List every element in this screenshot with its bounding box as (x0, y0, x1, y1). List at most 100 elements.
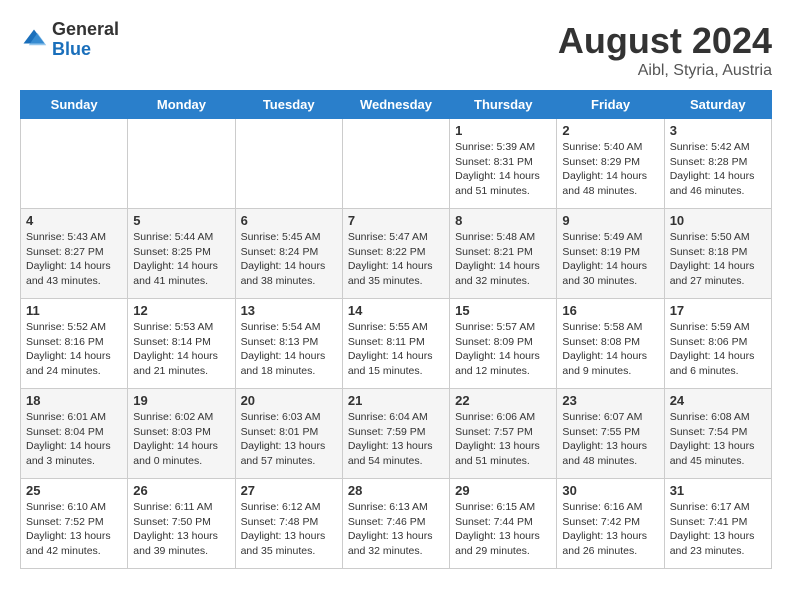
calendar-week-3: 11 Sunrise: 5:52 AM Sunset: 8:16 PM Dayli… (21, 299, 772, 389)
day-number: 7 (348, 213, 444, 228)
day-content: Sunrise: 5:58 AM Sunset: 8:08 PM Dayligh… (562, 320, 658, 379)
day-content: Sunrise: 6:16 AM Sunset: 7:42 PM Dayligh… (562, 500, 658, 559)
day-content: Sunrise: 6:02 AM Sunset: 8:03 PM Dayligh… (133, 410, 229, 469)
day-number: 2 (562, 123, 658, 138)
calendar-cell: 23 Sunrise: 6:07 AM Sunset: 7:55 PM Dayli… (557, 389, 664, 479)
day-number: 27 (241, 483, 337, 498)
calendar-cell: 11 Sunrise: 5:52 AM Sunset: 8:16 PM Dayli… (21, 299, 128, 389)
calendar-cell: 16 Sunrise: 5:58 AM Sunset: 8:08 PM Dayli… (557, 299, 664, 389)
day-number: 1 (455, 123, 551, 138)
day-number: 30 (562, 483, 658, 498)
day-content: Sunrise: 5:49 AM Sunset: 8:19 PM Dayligh… (562, 230, 658, 289)
logo: General Blue (20, 20, 119, 60)
day-content: Sunrise: 5:57 AM Sunset: 8:09 PM Dayligh… (455, 320, 551, 379)
weekday-header-thursday: Thursday (450, 91, 557, 119)
day-content: Sunrise: 6:10 AM Sunset: 7:52 PM Dayligh… (26, 500, 122, 559)
calendar-cell: 14 Sunrise: 5:55 AM Sunset: 8:11 PM Dayli… (342, 299, 449, 389)
day-content: Sunrise: 6:03 AM Sunset: 8:01 PM Dayligh… (241, 410, 337, 469)
day-number: 23 (562, 393, 658, 408)
calendar-cell: 3 Sunrise: 5:42 AM Sunset: 8:28 PM Daylig… (664, 119, 771, 209)
day-content: Sunrise: 6:13 AM Sunset: 7:46 PM Dayligh… (348, 500, 444, 559)
calendar-cell: 5 Sunrise: 5:44 AM Sunset: 8:25 PM Daylig… (128, 209, 235, 299)
day-number: 11 (26, 303, 122, 318)
day-content: Sunrise: 5:54 AM Sunset: 8:13 PM Dayligh… (241, 320, 337, 379)
day-number: 9 (562, 213, 658, 228)
calendar-cell: 18Sunrise: 6:01 AM Sunset: 8:04 PM Dayli… (21, 389, 128, 479)
logo-icon (20, 26, 48, 54)
title-block: August 2024 Aibl, Styria, Austria (558, 20, 772, 80)
calendar-cell: 26 Sunrise: 6:11 AM Sunset: 7:50 PM Dayli… (128, 479, 235, 569)
day-content: Sunrise: 5:40 AM Sunset: 8:29 PM Dayligh… (562, 140, 658, 199)
day-number: 3 (670, 123, 766, 138)
calendar-cell: 12Sunrise: 5:53 AM Sunset: 8:14 PM Dayli… (128, 299, 235, 389)
day-content: Sunrise: 5:50 AM Sunset: 8:18 PM Dayligh… (670, 230, 766, 289)
day-content: Sunrise: 6:17 AM Sunset: 7:41 PM Dayligh… (670, 500, 766, 559)
day-content: Sunrise: 5:55 AM Sunset: 8:11 PM Dayligh… (348, 320, 444, 379)
day-content: Sunrise: 6:15 AM Sunset: 7:44 PM Dayligh… (455, 500, 551, 559)
day-content: Sunrise: 5:45 AM Sunset: 8:24 PM Dayligh… (241, 230, 337, 289)
day-content: Sunrise: 5:48 AM Sunset: 8:21 PM Dayligh… (455, 230, 551, 289)
day-number: 20 (241, 393, 337, 408)
day-number: 22 (455, 393, 551, 408)
weekday-header-wednesday: Wednesday (342, 91, 449, 119)
day-number: 13 (241, 303, 337, 318)
day-number: 28 (348, 483, 444, 498)
logo-general-text: General (52, 19, 119, 39)
day-number: 4 (26, 213, 122, 228)
day-content: Sunrise: 5:47 AM Sunset: 8:22 PM Dayligh… (348, 230, 444, 289)
day-number: 12 (133, 303, 229, 318)
day-number: 8 (455, 213, 551, 228)
month-year-title: August 2024 (558, 20, 772, 62)
day-content: Sunrise: 5:44 AM Sunset: 8:25 PM Dayligh… (133, 230, 229, 289)
weekday-header-saturday: Saturday (664, 91, 771, 119)
calendar-cell: 30 Sunrise: 6:16 AM Sunset: 7:42 PM Dayli… (557, 479, 664, 569)
calendar-body: 1Sunrise: 5:39 AM Sunset: 8:31 PM Daylig… (21, 119, 772, 569)
calendar-cell: 31 Sunrise: 6:17 AM Sunset: 7:41 PM Dayli… (664, 479, 771, 569)
day-number: 29 (455, 483, 551, 498)
day-number: 6 (241, 213, 337, 228)
calendar-cell: 27Sunrise: 6:12 AM Sunset: 7:48 PM Dayli… (235, 479, 342, 569)
calendar-cell: 1Sunrise: 5:39 AM Sunset: 8:31 PM Daylig… (450, 119, 557, 209)
day-content: Sunrise: 6:07 AM Sunset: 7:55 PM Dayligh… (562, 410, 658, 469)
day-content: Sunrise: 5:42 AM Sunset: 8:28 PM Dayligh… (670, 140, 766, 199)
calendar-week-1: 1Sunrise: 5:39 AM Sunset: 8:31 PM Daylig… (21, 119, 772, 209)
weekday-header-sunday: Sunday (21, 91, 128, 119)
weekday-header-tuesday: Tuesday (235, 91, 342, 119)
calendar-cell: 8 Sunrise: 5:48 AM Sunset: 8:21 PM Daylig… (450, 209, 557, 299)
weekday-header-row: SundayMondayTuesdayWednesdayThursdayFrid… (21, 91, 772, 119)
day-number: 25 (26, 483, 122, 498)
calendar-cell: 9 Sunrise: 5:49 AM Sunset: 8:19 PM Daylig… (557, 209, 664, 299)
calendar-week-2: 4Sunrise: 5:43 AM Sunset: 8:27 PM Daylig… (21, 209, 772, 299)
day-number: 17 (670, 303, 766, 318)
calendar-cell: 25 Sunrise: 6:10 AM Sunset: 7:52 PM Dayli… (21, 479, 128, 569)
calendar-cell: 4Sunrise: 5:43 AM Sunset: 8:27 PM Daylig… (21, 209, 128, 299)
day-content: Sunrise: 6:11 AM Sunset: 7:50 PM Dayligh… (133, 500, 229, 559)
day-number: 19 (133, 393, 229, 408)
calendar-cell (342, 119, 449, 209)
day-content: Sunrise: 6:04 AM Sunset: 7:59 PM Dayligh… (348, 410, 444, 469)
day-number: 26 (133, 483, 229, 498)
day-number: 16 (562, 303, 658, 318)
calendar-cell (128, 119, 235, 209)
logo-blue-text: Blue (52, 39, 91, 59)
calendar-cell: 7 Sunrise: 5:47 AM Sunset: 8:22 PM Daylig… (342, 209, 449, 299)
day-content: Sunrise: 6:08 AM Sunset: 7:54 PM Dayligh… (670, 410, 766, 469)
day-number: 31 (670, 483, 766, 498)
day-number: 5 (133, 213, 229, 228)
calendar-week-5: 25 Sunrise: 6:10 AM Sunset: 7:52 PM Dayli… (21, 479, 772, 569)
day-content: Sunrise: 5:52 AM Sunset: 8:16 PM Dayligh… (26, 320, 122, 379)
day-content: Sunrise: 5:59 AM Sunset: 8:06 PM Dayligh… (670, 320, 766, 379)
day-number: 14 (348, 303, 444, 318)
calendar-cell: 13 Sunrise: 5:54 AM Sunset: 8:13 PM Dayli… (235, 299, 342, 389)
calendar-cell (21, 119, 128, 209)
calendar-cell: 19 Sunrise: 6:02 AM Sunset: 8:03 PM Dayli… (128, 389, 235, 479)
day-content: Sunrise: 6:01 AM Sunset: 8:04 PM Dayligh… (26, 410, 122, 469)
calendar-cell: 17 Sunrise: 5:59 AM Sunset: 8:06 PM Dayli… (664, 299, 771, 389)
calendar-header: SundayMondayTuesdayWednesdayThursdayFrid… (21, 91, 772, 119)
calendar-cell: 15Sunrise: 5:57 AM Sunset: 8:09 PM Dayli… (450, 299, 557, 389)
calendar-cell (235, 119, 342, 209)
calendar-cell: 21Sunrise: 6:04 AM Sunset: 7:59 PM Dayli… (342, 389, 449, 479)
weekday-header-monday: Monday (128, 91, 235, 119)
calendar-cell: 28 Sunrise: 6:13 AM Sunset: 7:46 PM Dayli… (342, 479, 449, 569)
day-number: 24 (670, 393, 766, 408)
